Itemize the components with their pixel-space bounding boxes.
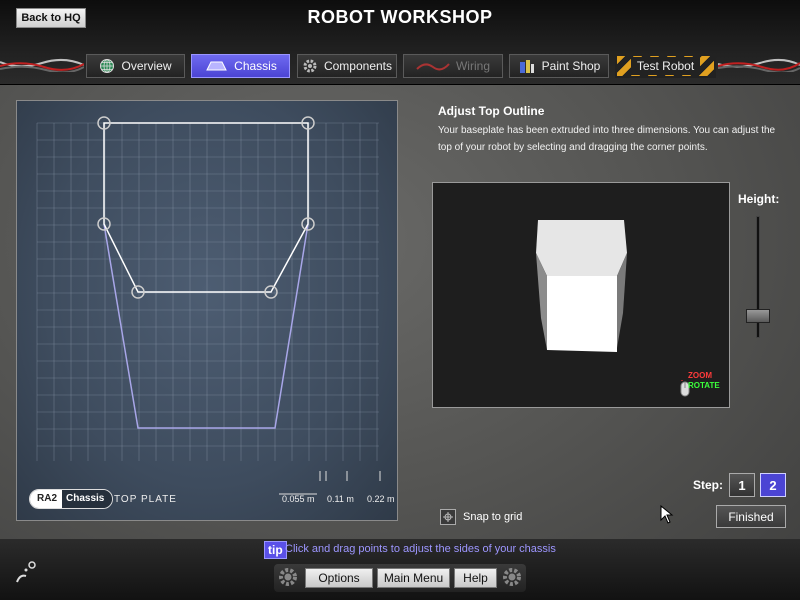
logo-icon <box>16 561 36 583</box>
wire-decoration-right <box>718 59 800 72</box>
chassis-grid-canvas[interactable] <box>17 101 397 520</box>
paint-can-icon <box>519 60 534 73</box>
height-slider-thumb[interactable] <box>746 309 770 324</box>
info-text: Your baseplate has been extruded into th… <box>438 125 776 153</box>
wire-icon <box>416 63 450 71</box>
gear-icon <box>503 568 521 586</box>
tab-components-label: Components <box>323 59 393 73</box>
gear-icon <box>303 59 317 73</box>
tab-overview-label: Overview <box>121 59 172 73</box>
chassis-3d-model <box>536 220 627 352</box>
ra2-chassis-badge: RA2 Chassis <box>29 489 114 509</box>
plate-label: TOP PLATE <box>114 494 177 505</box>
mouse-cursor-icon <box>660 505 674 524</box>
tab-paint-shop[interactable]: Paint Shop <box>509 54 609 78</box>
step-2-button[interactable]: 2 <box>760 473 786 497</box>
scale-label: 0.11 m <box>327 494 354 504</box>
tip-badge: tip <box>264 541 287 559</box>
globe-icon <box>100 59 115 73</box>
tab-test-robot[interactable]: Test Robot <box>615 54 716 78</box>
page-title: ROBOT WORKSHOP <box>307 7 493 27</box>
tab-wiring[interactable]: Wiring <box>403 54 503 78</box>
tab-chassis[interactable]: Chassis <box>191 54 290 78</box>
zoom-hint: ZOOM <box>688 371 712 380</box>
tab-components[interactable]: Components <box>297 54 397 78</box>
chassis-grid-panel[interactable]: RA2 Chassis TOP PLATE 0.055 m 0.11 m 0.2… <box>16 100 398 521</box>
chassis-icon <box>206 61 227 71</box>
step-label: Step: <box>693 478 723 492</box>
tip-text: Click and drag points to adjust the side… <box>285 543 556 555</box>
badge-chassis: Chassis <box>62 490 113 508</box>
badge-ra2: RA2 <box>30 490 63 508</box>
main-menu-button[interactable]: Main Menu <box>377 568 450 588</box>
help-button[interactable]: Help <box>454 568 497 588</box>
tab-paint-shop-label: Paint Shop <box>541 59 601 73</box>
snap-to-grid-checkbox[interactable] <box>440 509 456 525</box>
info-title: Adjust Top Outline <box>438 104 545 118</box>
snap-to-grid-label[interactable]: Snap to grid <box>463 511 522 523</box>
options-button[interactable]: Options <box>305 568 373 588</box>
step-1-button[interactable]: 1 <box>729 473 755 497</box>
tab-overview[interactable]: Overview <box>86 54 185 78</box>
base-outline <box>103 223 309 429</box>
gear-icon <box>279 568 297 586</box>
tab-test-robot-label: Test Robot <box>630 57 701 75</box>
finished-button[interactable]: Finished <box>716 505 786 528</box>
tab-wiring-label: Wiring <box>455 59 490 73</box>
scale-ticks <box>279 471 381 495</box>
tab-chassis-label: Chassis <box>234 59 277 73</box>
scale-label: 0.22 m <box>367 494 395 504</box>
top-outline <box>103 122 309 293</box>
rotate-hint: ROTATE <box>688 381 720 390</box>
height-label: Height: <box>738 192 780 206</box>
scale-label: 0.055 m <box>282 494 315 504</box>
robot-3d-preview[interactable] <box>432 182 730 408</box>
wire-decoration-left <box>0 59 84 72</box>
